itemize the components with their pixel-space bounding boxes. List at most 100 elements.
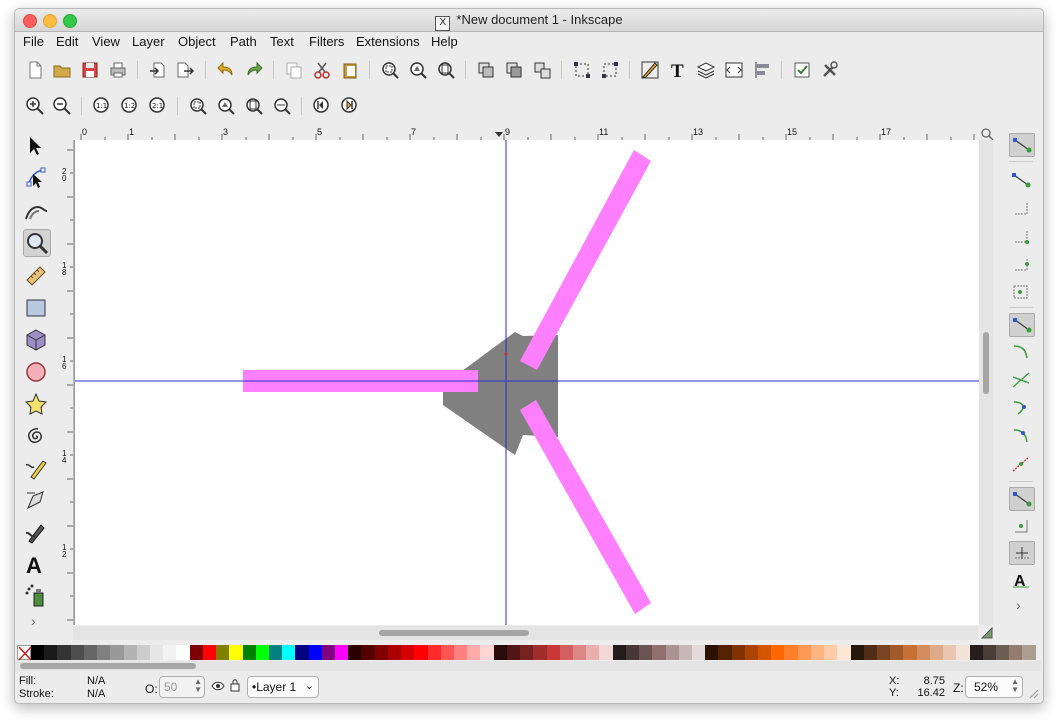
zoom-stepper-icon[interactable]: ▲ ▼ bbox=[1011, 678, 1019, 694]
palette-swatch[interactable] bbox=[744, 645, 759, 660]
palette-swatch[interactable] bbox=[572, 645, 587, 660]
palette-swatch[interactable] bbox=[255, 645, 269, 660]
palette-swatch[interactable] bbox=[97, 645, 111, 660]
snap-smooth-icon[interactable] bbox=[1009, 397, 1033, 419]
palette-swatch[interactable] bbox=[678, 645, 692, 660]
rectangle-icon[interactable] bbox=[23, 295, 49, 321]
palette-swatch[interactable] bbox=[877, 645, 891, 660]
xml-editor-icon[interactable] bbox=[640, 60, 660, 80]
color-palette[interactable] bbox=[17, 645, 1039, 661]
palette-swatch[interactable] bbox=[44, 645, 58, 660]
palette-swatch[interactable] bbox=[440, 645, 454, 660]
import-icon[interactable] bbox=[148, 60, 168, 80]
palette-swatch[interactable] bbox=[321, 645, 336, 660]
palette-swatch[interactable] bbox=[797, 645, 811, 660]
palette-swatch[interactable] bbox=[176, 645, 190, 660]
tweak-icon[interactable] bbox=[23, 197, 49, 223]
palette-swatch[interactable] bbox=[216, 645, 230, 660]
paste-icon[interactable] bbox=[340, 60, 360, 80]
palette-swatch[interactable] bbox=[599, 645, 613, 660]
palette-swatch[interactable] bbox=[454, 645, 468, 660]
print-icon[interactable] bbox=[108, 60, 128, 80]
menu-extensions[interactable]: Extensions bbox=[356, 34, 420, 49]
layers-icon[interactable] bbox=[696, 60, 716, 80]
align-object-icon[interactable] bbox=[600, 60, 620, 80]
snap-midpoint-icon[interactable] bbox=[1009, 425, 1033, 447]
ungroup-icon[interactable] bbox=[532, 60, 552, 80]
palette-swatch[interactable] bbox=[467, 645, 481, 660]
lock-icon[interactable] bbox=[229, 678, 241, 692]
ellipse-icon[interactable] bbox=[23, 359, 49, 385]
palette-swatch[interactable] bbox=[268, 645, 283, 660]
layer-dropdown[interactable]: •Layer 1 ⌄ bbox=[247, 676, 319, 698]
zoom-next-icon[interactable] bbox=[340, 96, 360, 116]
zoom-selection-icon[interactable] bbox=[188, 96, 208, 116]
palette-swatch[interactable] bbox=[520, 645, 534, 660]
selector-icon[interactable] bbox=[23, 133, 49, 159]
lock-group-icon[interactable] bbox=[504, 60, 524, 80]
palette-swatch[interactable] bbox=[652, 645, 666, 660]
menu-layer[interactable]: Layer bbox=[132, 34, 165, 49]
palette-scrollbar[interactable] bbox=[15, 661, 1041, 671]
snap-center-icon[interactable] bbox=[1009, 453, 1033, 475]
zoom-drawing-icon[interactable] bbox=[216, 96, 236, 116]
palette-swatch[interactable] bbox=[916, 645, 930, 660]
palette-swatch[interactable] bbox=[202, 645, 217, 660]
palette-swatch[interactable] bbox=[123, 645, 137, 660]
palette-swatch[interactable] bbox=[401, 645, 415, 660]
palette-swatch[interactable] bbox=[771, 645, 785, 660]
palette-swatch[interactable] bbox=[625, 645, 640, 660]
palette-swatch[interactable] bbox=[824, 645, 838, 660]
more-tools-chevron-icon[interactable]: › bbox=[31, 613, 36, 629]
redo-icon[interactable] bbox=[244, 60, 264, 80]
open-icon[interactable] bbox=[52, 60, 72, 80]
zoom-out-icon[interactable] bbox=[52, 96, 72, 116]
pink-bar-upper[interactable] bbox=[520, 150, 651, 370]
title-bar[interactable]: X *New document 1 - Inkscape bbox=[15, 9, 1043, 32]
palette-swatch[interactable] bbox=[493, 645, 507, 660]
palette-swatch[interactable] bbox=[229, 645, 243, 660]
opacity-spinbox[interactable]: 50 ▲ ▼ bbox=[159, 676, 205, 698]
export-icon[interactable] bbox=[175, 60, 195, 80]
palette-swatch[interactable] bbox=[533, 645, 547, 660]
pen-icon[interactable] bbox=[23, 487, 49, 513]
document-properties-icon[interactable] bbox=[820, 60, 840, 80]
group-icon[interactable] bbox=[476, 60, 496, 80]
palette-swatch[interactable] bbox=[982, 645, 996, 660]
palette-swatch[interactable] bbox=[863, 645, 877, 660]
palette-swatch[interactable] bbox=[665, 645, 679, 660]
snap-bbox-corner-icon[interactable] bbox=[1009, 225, 1033, 247]
zoom-drawing-icon[interactable] bbox=[408, 60, 428, 80]
new-document-icon[interactable] bbox=[25, 60, 45, 80]
horizontal-scrollbar[interactable] bbox=[73, 626, 978, 640]
menu-file[interactable]: File bbox=[23, 34, 44, 49]
palette-swatch[interactable] bbox=[480, 645, 494, 660]
preferences-icon[interactable] bbox=[792, 60, 812, 80]
snap-intersection-icon[interactable] bbox=[1009, 369, 1033, 391]
no-paint-swatch[interactable] bbox=[17, 645, 32, 661]
star-icon[interactable] bbox=[23, 391, 49, 417]
palette-swatch[interactable] bbox=[758, 645, 772, 660]
resize-grip-icon[interactable] bbox=[1027, 687, 1039, 699]
palette-swatch[interactable] bbox=[546, 645, 560, 660]
snap-bbox-center-icon[interactable] bbox=[1009, 281, 1033, 303]
palette-swatch[interactable] bbox=[83, 645, 98, 660]
zoom-spinbox[interactable]: 52% ▲ ▼ bbox=[965, 676, 1023, 698]
zoom-corner-icon[interactable] bbox=[980, 127, 994, 141]
eye-visibility-icon[interactable] bbox=[211, 679, 225, 693]
palette-swatch[interactable] bbox=[969, 645, 983, 660]
palette-swatch[interactable] bbox=[295, 645, 309, 660]
calligraphy-icon[interactable] bbox=[23, 519, 49, 545]
zoom-page-width-icon[interactable] bbox=[272, 96, 292, 116]
palette-swatch[interactable] bbox=[559, 645, 573, 660]
palette-swatch[interactable] bbox=[691, 645, 706, 660]
snap-bbox-edge-icon[interactable] bbox=[1009, 197, 1033, 219]
zoom-1-1-icon[interactable]: 1:1 bbox=[92, 96, 112, 116]
palette-swatch[interactable] bbox=[308, 645, 322, 660]
duplicate-icon[interactable] bbox=[284, 60, 304, 80]
palette-swatch[interactable] bbox=[335, 645, 349, 660]
palette-swatch[interactable] bbox=[1022, 645, 1036, 660]
zoom-2-1-icon[interactable]: 2:1 bbox=[148, 96, 168, 116]
sticky-zoom-icon[interactable] bbox=[980, 626, 993, 639]
zoom-in-icon[interactable] bbox=[25, 96, 45, 116]
